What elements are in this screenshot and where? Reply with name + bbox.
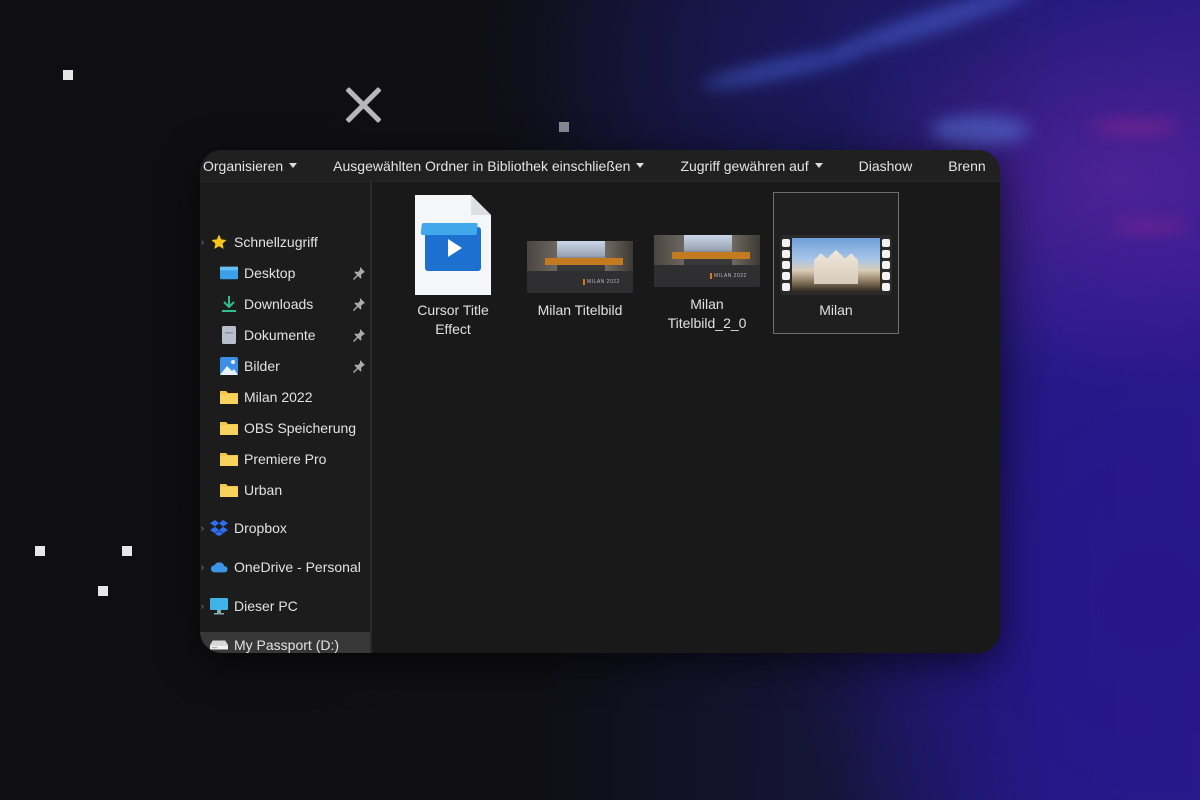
download-icon <box>220 295 238 313</box>
pin-icon[interactable] <box>352 328 366 342</box>
sidebar-item-pictures[interactable]: Bilder <box>200 353 370 379</box>
background-streak <box>930 115 1030 145</box>
decorative-square <box>35 546 45 556</box>
sidebar-item-onedrive[interactable]: › OneDrive - Personal <box>200 554 370 580</box>
sidebar-item-folder[interactable]: Premiere Pro <box>200 446 370 472</box>
sidebar-item-dropbox[interactable]: › Dropbox <box>200 515 370 541</box>
file-item[interactable]: MILAN 2022 Milan Titelbild <box>517 192 643 334</box>
pin-icon[interactable] <box>352 266 366 280</box>
folder-icon <box>220 388 238 406</box>
chevron-down-icon <box>814 163 823 168</box>
sidebar-item-label: Desktop <box>244 265 296 281</box>
sidebar-item-folder[interactable]: Milan 2022 <box>200 384 370 410</box>
include-in-library-menu[interactable]: Ausgewählten Ordner in Bibliothek einsch… <box>315 150 662 181</box>
star-icon <box>210 233 228 251</box>
image-thumbnail: MILAN 2022 <box>527 241 633 293</box>
sidebar-item-label: My Passport (D:) <box>234 637 340 653</box>
thumbnail-caption: MILAN 2022 <box>710 273 747 279</box>
organize-label: Organisieren <box>203 157 284 174</box>
share-with-menu[interactable]: Zugriff gewähren auf <box>662 150 840 181</box>
cathedral-image <box>814 250 858 284</box>
thumbnail-caption: MILAN 2022 <box>583 279 620 285</box>
folder-icon <box>220 450 238 468</box>
background-streak <box>1110 220 1190 232</box>
drive-icon <box>210 636 228 653</box>
documents-icon <box>220 326 238 344</box>
sidebar-item-label: Dropbox <box>234 520 287 536</box>
decorative-square <box>559 122 569 132</box>
chevron-down-icon <box>636 163 645 168</box>
expand-arrow-icon[interactable]: › <box>201 601 205 611</box>
file-name: Milan Titelbild <box>537 302 623 318</box>
sidebar-item-label: Bilder <box>244 358 280 374</box>
file-thumbnail: MILAN 2022 <box>518 193 642 299</box>
film-strip-holes <box>782 239 790 291</box>
share-with-label: Zugriff gewähren auf <box>680 157 809 174</box>
expand-arrow-icon[interactable]: › <box>201 523 205 533</box>
decorative-square <box>63 70 73 80</box>
sidebar-item-label: Premiere Pro <box>244 451 327 467</box>
organize-menu[interactable]: Organisieren <box>200 150 315 181</box>
background-streak <box>1090 120 1180 134</box>
sidebar-item-desktop[interactable]: Desktop <box>200 260 370 286</box>
film-strip-holes <box>882 239 890 291</box>
navigation-pane: › Schnellzugriff Desktop Downloads Dokum… <box>200 182 372 653</box>
sidebar-item-label: Milan 2022 <box>244 389 313 405</box>
file-name: Cursor Title Effect <box>417 302 489 337</box>
folder-icon <box>220 481 238 499</box>
file-name: Milan Titelbild_2_0 <box>667 296 747 331</box>
pin-icon[interactable] <box>352 297 366 311</box>
file-item[interactable]: Cursor Title Effect <box>390 192 516 337</box>
burn-label: Brenn <box>948 157 986 174</box>
expand-arrow-icon[interactable]: › <box>201 562 205 572</box>
dropbox-icon <box>210 519 228 537</box>
pin-icon[interactable] <box>352 359 366 373</box>
file-thumbnail: MILAN 2022 <box>645 193 769 293</box>
command-bar: Organisieren Ausgewählten Ordner in Bibl… <box>200 150 1000 182</box>
decorative-square <box>122 546 132 556</box>
background-streak <box>831 0 1039 64</box>
decorative-square <box>98 586 108 596</box>
burn-button[interactable]: Brenn <box>930 150 1000 181</box>
sidebar-item-folder[interactable]: OBS Speicherung <box>200 415 370 441</box>
sidebar-item-folder[interactable]: Urban <box>200 477 370 503</box>
sidebar-item-downloads[interactable]: Downloads <box>200 291 370 317</box>
slideshow-label: Diashow <box>858 157 913 174</box>
image-thumbnail: MILAN 2022 <box>654 235 760 287</box>
sidebar-item-my-passport-drive[interactable]: My Passport (D:) <box>200 632 370 653</box>
file-name: Milan <box>819 302 853 318</box>
file-thumbnail <box>391 193 515 299</box>
video-thumbnail <box>780 235 892 295</box>
chevron-down-icon <box>289 163 298 168</box>
folder-icon <box>220 419 238 437</box>
file-thumbnail <box>774 193 898 299</box>
monitor-icon <box>210 597 228 615</box>
pictures-icon <box>220 357 238 375</box>
sidebar-item-documents[interactable]: Dokumente <box>200 322 370 348</box>
sidebar-item-label: Urban <box>244 482 283 498</box>
file-list-area: Cursor Title Effect MILAN 2022 Milan Tit… <box>372 182 1000 653</box>
file-item[interactable]: MILAN 2022 Milan Titelbild_2_0 <box>644 192 770 334</box>
file-explorer-window: Organisieren Ausgewählten Ordner in Bibl… <box>200 150 1000 653</box>
close-icon[interactable] <box>340 82 386 128</box>
desktop-folder-icon <box>220 264 238 282</box>
sidebar-item-label: Downloads <box>244 296 314 312</box>
sidebar-item-label: Schnellzugriff <box>234 234 318 250</box>
sidebar-item-this-pc[interactable]: › Dieser PC <box>200 593 370 619</box>
sidebar-item-label: OBS Speicherung <box>244 420 357 436</box>
sidebar-item-quick-access[interactable]: › Schnellzugriff <box>200 229 370 255</box>
sidebar-item-label: Dieser PC <box>234 598 298 614</box>
sidebar-item-label: Dokumente <box>244 327 316 343</box>
video-file-icon <box>415 195 491 295</box>
slideshow-button[interactable]: Diashow <box>841 150 931 181</box>
expand-arrow-icon[interactable]: › <box>201 237 205 247</box>
sidebar-item-label: OneDrive - Personal <box>234 559 361 575</box>
include-in-library-label: Ausgewählten Ordner in Bibliothek einsch… <box>333 157 631 174</box>
onedrive-cloud-icon <box>210 558 228 576</box>
file-item-selected[interactable]: Milan <box>773 192 899 334</box>
